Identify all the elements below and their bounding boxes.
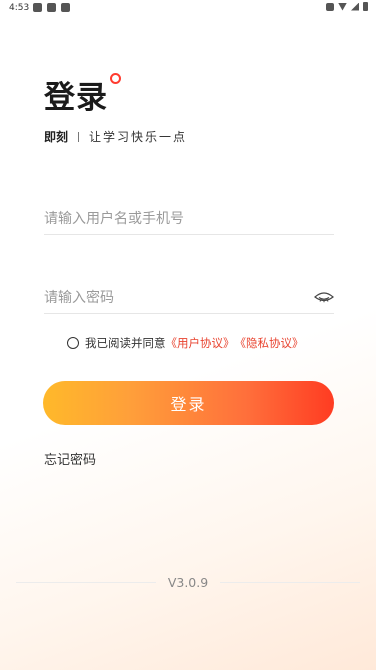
notification-icon: [47, 3, 56, 12]
brand-name: 即刻: [44, 130, 69, 144]
agreement-text: 我已阅读并同意: [85, 336, 166, 350]
title-dot-icon: [110, 73, 121, 84]
login-button[interactable]: 登录: [43, 381, 334, 425]
wifi-icon: [338, 2, 347, 11]
forgot-password-link[interactable]: 忘记密码: [44, 449, 96, 468]
agreement-radio[interactable]: [67, 337, 79, 349]
user-agreement-link[interactable]: 《用户协议》: [166, 335, 235, 351]
privacy-policy-link[interactable]: 《隐私协议》: [235, 335, 304, 351]
version-label: V3.0.9: [167, 575, 209, 590]
status-time: 4:53: [9, 3, 30, 13]
eye-closed-icon[interactable]: [314, 289, 334, 305]
username-field: [44, 206, 334, 235]
divider: [78, 131, 80, 142]
status-bar: 4:53: [0, 0, 376, 16]
password-input[interactable]: [44, 285, 294, 311]
slogan-text: 让学习快乐一点: [89, 130, 188, 144]
notification-icon: [33, 3, 42, 12]
password-field: [44, 285, 334, 314]
slogan: 即刻 让学习快乐一点: [44, 128, 187, 145]
vibrate-icon: [326, 2, 334, 11]
divider: [220, 582, 361, 583]
agreement-row: 我已阅读并同意 《用户协议》 《隐私协议》: [67, 335, 304, 351]
page-title: 登录: [44, 80, 108, 116]
divider: [16, 582, 156, 583]
username-input[interactable]: [44, 206, 294, 232]
battery-icon: [363, 2, 368, 11]
signal-icon: [351, 2, 359, 11]
status-icons: [326, 2, 368, 11]
version-row: V3.0.9: [16, 575, 361, 590]
notification-icon: [61, 3, 70, 12]
